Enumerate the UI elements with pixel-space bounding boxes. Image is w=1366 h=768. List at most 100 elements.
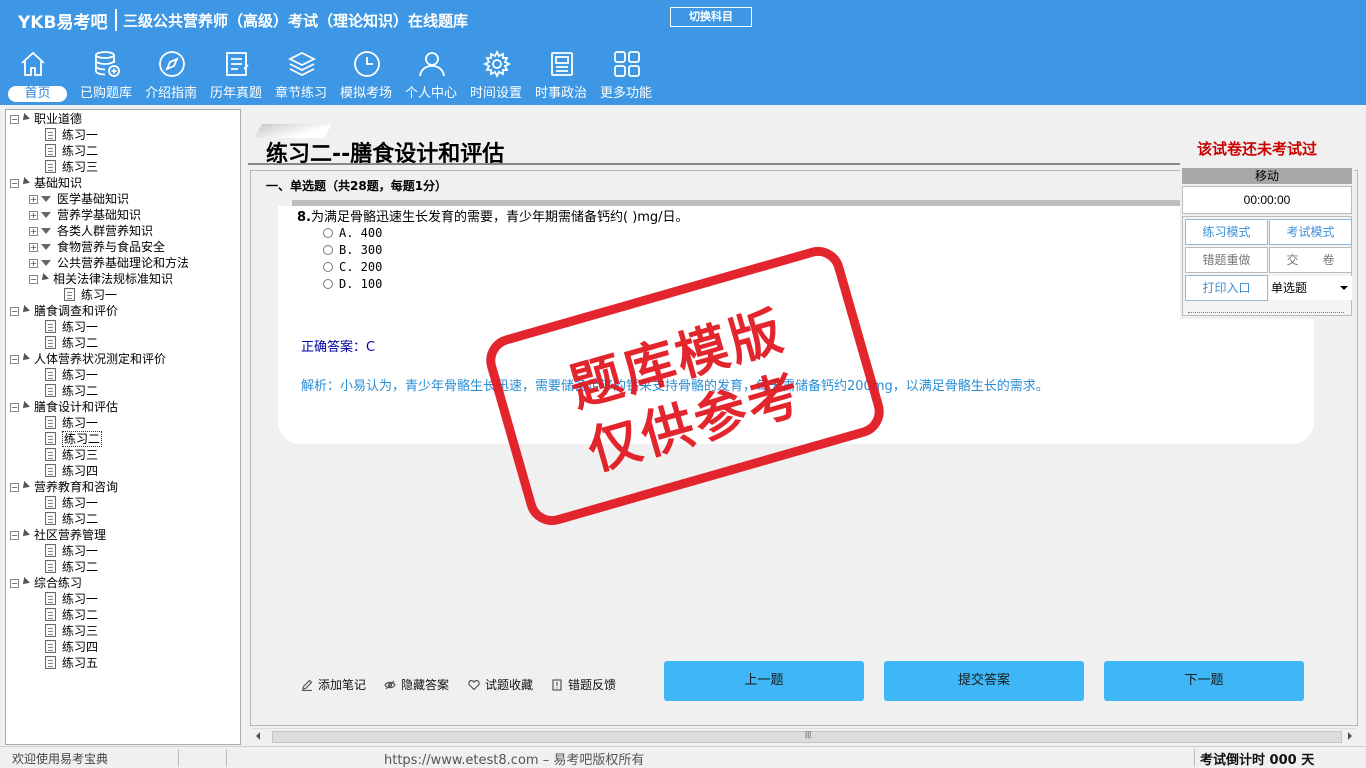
document-icon <box>64 288 75 301</box>
option-c[interactable]: C. 200 <box>323 260 382 274</box>
document-icon <box>45 560 56 573</box>
radio-button[interactable] <box>323 245 333 255</box>
option-d[interactable]: D. 100 <box>323 277 382 291</box>
radio-button[interactable] <box>323 262 333 272</box>
tree-label: 练习三 <box>62 624 99 638</box>
nav-item-home[interactable]: 首页 <box>0 47 70 105</box>
collapse-toggle-icon[interactable]: − <box>10 531 19 540</box>
tree-leaf[interactable]: 练习三 <box>45 159 98 175</box>
tree-label: 职业道德 <box>34 112 83 126</box>
expand-toggle-icon[interactable]: + <box>29 227 38 236</box>
collapse-toggle-icon[interactable]: − <box>10 179 19 188</box>
tree-leaf[interactable]: 练习三 <box>45 447 98 463</box>
tree-leaf[interactable]: 练习二 <box>45 431 103 447</box>
tree-leaf[interactable]: 练习二 <box>45 511 98 527</box>
collapse-toggle-icon[interactable]: − <box>10 579 19 588</box>
add-note-button[interactable]: 添加笔记 <box>301 676 366 693</box>
tool-label: 隐藏答案 <box>401 678 450 692</box>
tree-node[interactable]: − 基础知识 <box>10 175 82 191</box>
radio-button[interactable] <box>323 279 333 289</box>
tree-leaf[interactable]: 练习四 <box>45 639 98 655</box>
app-header: YKB易考吧 三级公共营养师（高级）考试（理论知识）在线题库 切换科目 首页 已… <box>0 0 1366 105</box>
tree-node[interactable]: − 膳食设计和评估 <box>10 399 118 415</box>
collapse-toggle-icon[interactable]: − <box>10 483 19 492</box>
tree-node[interactable]: − 职业道德 <box>10 111 82 127</box>
side-scrollbar[interactable] <box>1188 312 1344 313</box>
tree-leaf[interactable]: 练习二 <box>45 607 98 623</box>
scroll-left-arrow-icon[interactable] <box>256 732 260 740</box>
expand-toggle-icon[interactable]: + <box>29 259 38 268</box>
expand-toggle-icon[interactable]: + <box>29 195 38 204</box>
expand-toggle-icon[interactable]: + <box>29 211 38 220</box>
tree-label: 膳食设计和评估 <box>34 400 119 414</box>
nav-label: 个人中心 <box>404 86 457 101</box>
document-icon <box>45 416 56 429</box>
nav-item-guide[interactable]: 介绍指南 <box>139 47 203 105</box>
nav-item-chapter-practice[interactable]: 章节练习 <box>269 47 333 105</box>
practice-mode-button[interactable]: 练习模式 <box>1185 219 1268 245</box>
expand-toggle-icon[interactable]: + <box>29 243 38 252</box>
prev-question-button[interactable]: 上一题 <box>664 661 864 701</box>
option-b[interactable]: B. 300 <box>323 243 382 257</box>
tree-node[interactable]: − 人体营养状况测定和评价 <box>10 351 166 367</box>
tree-node[interactable]: + 公共营养基础理论和方法 <box>29 255 189 271</box>
favorite-button[interactable]: 试题收藏 <box>468 676 533 693</box>
tree-leaf[interactable]: 练习一 <box>45 415 98 431</box>
tree-label: 练习一 <box>81 288 118 302</box>
question-type-select[interactable]: 单选题 <box>1269 276 1352 300</box>
folder-arrow-icon <box>41 244 51 250</box>
nav-item-current-affairs[interactable]: 时事政治 <box>529 47 593 105</box>
tree-leaf[interactable]: 练习五 <box>45 655 98 671</box>
tree-leaf[interactable]: 练习二 <box>45 335 98 351</box>
tree-leaf[interactable]: 练习二 <box>45 559 98 575</box>
collapse-toggle-icon[interactable]: − <box>10 403 19 412</box>
tree-leaf[interactable]: 练习四 <box>45 463 98 479</box>
radio-button[interactable] <box>323 228 333 238</box>
tree-node[interactable]: + 医学基础知识 <box>29 191 129 207</box>
collapse-toggle-icon[interactable]: − <box>10 115 19 124</box>
tree-node[interactable]: + 食物营养与食品安全 <box>29 239 165 255</box>
nav-item-time-settings[interactable]: 时间设置 <box>464 47 528 105</box>
tree-node[interactable]: − 营养教育和咨询 <box>10 479 118 495</box>
scroll-right-arrow-icon[interactable] <box>1348 732 1352 740</box>
tree-node[interactable]: − 相关法律法规标准知识 <box>29 271 173 287</box>
tree-node[interactable]: − 综合练习 <box>10 575 82 591</box>
tree-node[interactable]: + 各类人群营养知识 <box>29 223 153 239</box>
tree-leaf[interactable]: 练习一 <box>45 127 98 143</box>
option-a[interactable]: A. 400 <box>323 226 382 240</box>
tree-leaf[interactable]: 练习二 <box>45 383 98 399</box>
nav-item-past-papers[interactable]: 历年真题 <box>204 47 268 105</box>
tree-leaf[interactable]: 练习一 <box>45 495 98 511</box>
next-question-button[interactable]: 下一题 <box>1104 661 1304 701</box>
tree-leaf[interactable]: 练习三 <box>45 623 98 639</box>
tree-leaf[interactable]: 练习一 <box>45 319 98 335</box>
move-handle[interactable]: 移动 <box>1182 168 1352 184</box>
tree-leaf[interactable]: 练习一 <box>64 287 117 303</box>
question-number: 8. <box>297 210 311 225</box>
nav-item-purchased[interactable]: 已购题库 <box>74 47 138 105</box>
exam-mode-button[interactable]: 考试模式 <box>1269 219 1352 245</box>
submit-answer-button[interactable]: 提交答案 <box>884 661 1084 701</box>
tree-node[interactable]: − 社区营养管理 <box>10 527 106 543</box>
redo-wrong-button[interactable]: 错题重做 <box>1185 247 1268 273</box>
collapse-toggle-icon[interactable]: − <box>10 307 19 316</box>
horizontal-scrollbar[interactable]: ||| <box>252 728 1356 744</box>
switch-subject-button[interactable]: 切换科目 <box>670 7 752 27</box>
nav-item-mock-exam[interactable]: 模拟考场 <box>334 47 398 105</box>
submit-paper-button[interactable]: 交 卷 <box>1269 247 1352 273</box>
section-heading: 一、单选题（共28题，每题1分） <box>266 179 448 193</box>
tree-leaf[interactable]: 练习一 <box>45 591 98 607</box>
print-button[interactable]: 打印入口 <box>1185 275 1268 301</box>
nav-item-profile[interactable]: 个人中心 <box>399 47 463 105</box>
tree-label: 相关法律法规标准知识 <box>53 272 174 286</box>
tree-node[interactable]: − 膳食调查和评价 <box>10 303 118 319</box>
tree-leaf[interactable]: 练习一 <box>45 367 98 383</box>
tree-leaf[interactable]: 练习一 <box>45 543 98 559</box>
tree-leaf[interactable]: 练习二 <box>45 143 98 159</box>
nav-item-more[interactable]: 更多功能 <box>594 47 658 105</box>
collapse-toggle-icon[interactable]: − <box>10 355 19 364</box>
feedback-button[interactable]: 错题反馈 <box>551 676 616 693</box>
collapse-toggle-icon[interactable]: − <box>29 275 38 284</box>
hide-answer-button[interactable]: 隐藏答案 <box>384 676 449 693</box>
tree-node[interactable]: + 营养学基础知识 <box>29 207 141 223</box>
